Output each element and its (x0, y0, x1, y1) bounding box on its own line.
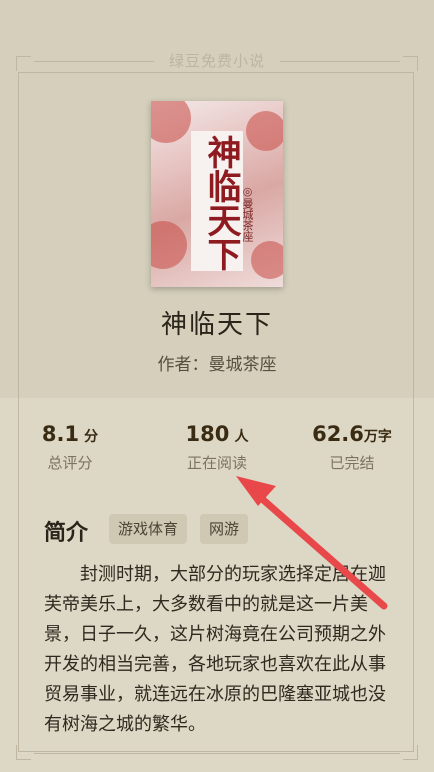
annotation-arrow-icon (236, 476, 388, 610)
